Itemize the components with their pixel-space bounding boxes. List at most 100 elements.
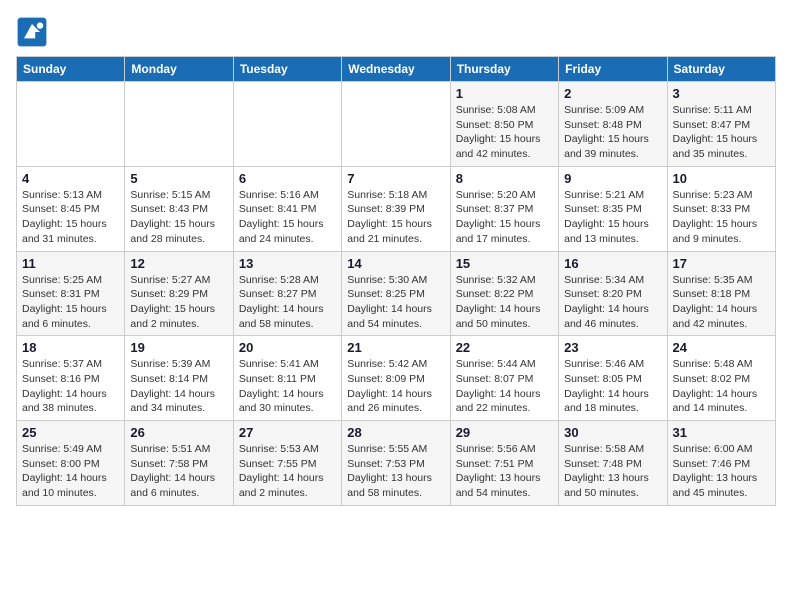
calendar-cell: 13 Sunrise: 5:28 AMSunset: 8:27 PMDayligh… xyxy=(233,251,341,336)
day-info: Sunrise: 5:58 AMSunset: 7:48 PMDaylight:… xyxy=(564,442,661,501)
day-info: Sunrise: 5:30 AMSunset: 8:25 PMDaylight:… xyxy=(347,273,444,332)
day-info: Sunrise: 5:20 AMSunset: 8:37 PMDaylight:… xyxy=(456,188,553,247)
day-number: 18 xyxy=(22,340,119,355)
calendar-cell: 15 Sunrise: 5:32 AMSunset: 8:22 PMDayligh… xyxy=(450,251,558,336)
day-info: Sunrise: 5:15 AMSunset: 8:43 PMDaylight:… xyxy=(130,188,227,247)
weekday-header-wednesday: Wednesday xyxy=(342,57,450,82)
day-number: 29 xyxy=(456,425,553,440)
calendar-cell xyxy=(342,82,450,167)
day-info: Sunrise: 5:34 AMSunset: 8:20 PMDaylight:… xyxy=(564,273,661,332)
calendar-cell: 25 Sunrise: 5:49 AMSunset: 8:00 PMDayligh… xyxy=(17,421,125,506)
calendar-cell: 30 Sunrise: 5:58 AMSunset: 7:48 PMDayligh… xyxy=(559,421,667,506)
calendar-cell: 22 Sunrise: 5:44 AMSunset: 8:07 PMDayligh… xyxy=(450,336,558,421)
day-number: 22 xyxy=(456,340,553,355)
day-info: Sunrise: 5:27 AMSunset: 8:29 PMDaylight:… xyxy=(130,273,227,332)
calendar-cell xyxy=(17,82,125,167)
day-number: 9 xyxy=(564,171,661,186)
day-number: 8 xyxy=(456,171,553,186)
day-number: 11 xyxy=(22,256,119,271)
calendar-header: SundayMondayTuesdayWednesdayThursdayFrid… xyxy=(17,57,776,82)
day-info: Sunrise: 5:35 AMSunset: 8:18 PMDaylight:… xyxy=(673,273,770,332)
day-info: Sunrise: 5:37 AMSunset: 8:16 PMDaylight:… xyxy=(22,357,119,416)
calendar-cell: 8 Sunrise: 5:20 AMSunset: 8:37 PMDaylight… xyxy=(450,166,558,251)
calendar-cell: 18 Sunrise: 5:37 AMSunset: 8:16 PMDayligh… xyxy=(17,336,125,421)
calendar-cell: 7Sunrise: 5:18 AMSunset: 8:39 PMDaylight… xyxy=(342,166,450,251)
calendar-cell: 2Sunrise: 5:09 AMSunset: 8:48 PMDaylight… xyxy=(559,82,667,167)
weekday-header-sunday: Sunday xyxy=(17,57,125,82)
day-number: 16 xyxy=(564,256,661,271)
day-info: Sunrise: 5:39 AMSunset: 8:14 PMDaylight:… xyxy=(130,357,227,416)
day-number: 2 xyxy=(564,86,661,101)
weekday-header-tuesday: Tuesday xyxy=(233,57,341,82)
calendar-cell: 17 Sunrise: 5:35 AMSunset: 8:18 PMDayligh… xyxy=(667,251,775,336)
day-info: Sunrise: 5:21 AMSunset: 8:35 PMDaylight:… xyxy=(564,188,661,247)
day-number: 13 xyxy=(239,256,336,271)
day-number: 3 xyxy=(673,86,770,101)
day-number: 19 xyxy=(130,340,227,355)
day-number: 17 xyxy=(673,256,770,271)
day-info: Sunrise: 5:41 AMSunset: 8:11 PMDaylight:… xyxy=(239,357,336,416)
logo xyxy=(16,16,52,48)
day-info: Sunrise: 5:42 AMSunset: 8:09 PMDaylight:… xyxy=(347,357,444,416)
calendar-cell: 16 Sunrise: 5:34 AMSunset: 8:20 PMDayligh… xyxy=(559,251,667,336)
calendar-table: SundayMondayTuesdayWednesdayThursdayFrid… xyxy=(16,56,776,506)
calendar-cell: 21 Sunrise: 5:42 AMSunset: 8:09 PMDayligh… xyxy=(342,336,450,421)
calendar-cell: 26Sunrise: 5:51 AMSunset: 7:58 PMDayligh… xyxy=(125,421,233,506)
day-info: Sunrise: 5:16 AMSunset: 8:41 PMDaylight:… xyxy=(239,188,336,247)
day-info: Sunrise: 5:55 AMSunset: 7:53 PMDaylight:… xyxy=(347,442,444,501)
day-info: Sunrise: 5:32 AMSunset: 8:22 PMDaylight:… xyxy=(456,273,553,332)
calendar-cell: 11Sunrise: 5:25 AMSunset: 8:31 PMDayligh… xyxy=(17,251,125,336)
calendar-body: 1Sunrise: 5:08 AMSunset: 8:50 PMDaylight… xyxy=(17,82,776,506)
weekday-header-thursday: Thursday xyxy=(450,57,558,82)
day-number: 24 xyxy=(673,340,770,355)
calendar-cell: 20 Sunrise: 5:41 AMSunset: 8:11 PMDayligh… xyxy=(233,336,341,421)
day-info: Sunrise: 5:08 AMSunset: 8:50 PMDaylight:… xyxy=(456,103,553,162)
calendar-week-row: 4 Sunrise: 5:13 AMSunset: 8:45 PMDaylight… xyxy=(17,166,776,251)
calendar-week-row: 1Sunrise: 5:08 AMSunset: 8:50 PMDaylight… xyxy=(17,82,776,167)
calendar-cell: 10Sunrise: 5:23 AMSunset: 8:33 PMDayligh… xyxy=(667,166,775,251)
calendar-cell: 29 Sunrise: 5:56 AMSunset: 7:51 PMDayligh… xyxy=(450,421,558,506)
calendar-cell: 1Sunrise: 5:08 AMSunset: 8:50 PMDaylight… xyxy=(450,82,558,167)
calendar-cell: 12 Sunrise: 5:27 AMSunset: 8:29 PMDayligh… xyxy=(125,251,233,336)
day-number: 21 xyxy=(347,340,444,355)
calendar-cell: 3 Sunrise: 5:11 AMSunset: 8:47 PMDaylight… xyxy=(667,82,775,167)
day-number: 27 xyxy=(239,425,336,440)
day-info: Sunrise: 5:28 AMSunset: 8:27 PMDaylight:… xyxy=(239,273,336,332)
day-number: 28 xyxy=(347,425,444,440)
day-number: 12 xyxy=(130,256,227,271)
calendar-week-row: 11Sunrise: 5:25 AMSunset: 8:31 PMDayligh… xyxy=(17,251,776,336)
page-header xyxy=(16,16,776,48)
calendar-week-row: 25 Sunrise: 5:49 AMSunset: 8:00 PMDayligh… xyxy=(17,421,776,506)
day-info: Sunrise: 6:00 AMSunset: 7:46 PMDaylight:… xyxy=(673,442,770,501)
day-number: 25 xyxy=(22,425,119,440)
day-info: Sunrise: 5:11 AMSunset: 8:47 PMDaylight:… xyxy=(673,103,770,162)
day-info: Sunrise: 5:56 AMSunset: 7:51 PMDaylight:… xyxy=(456,442,553,501)
calendar-cell: 4 Sunrise: 5:13 AMSunset: 8:45 PMDaylight… xyxy=(17,166,125,251)
weekday-header-row: SundayMondayTuesdayWednesdayThursdayFrid… xyxy=(17,57,776,82)
day-number: 30 xyxy=(564,425,661,440)
calendar-cell: 19 Sunrise: 5:39 AMSunset: 8:14 PMDayligh… xyxy=(125,336,233,421)
calendar-cell: 9 Sunrise: 5:21 AMSunset: 8:35 PMDaylight… xyxy=(559,166,667,251)
calendar-cell: 14Sunrise: 5:30 AMSunset: 8:25 PMDayligh… xyxy=(342,251,450,336)
day-number: 15 xyxy=(456,256,553,271)
day-number: 26 xyxy=(130,425,227,440)
calendar-cell xyxy=(125,82,233,167)
day-info: Sunrise: 5:13 AMSunset: 8:45 PMDaylight:… xyxy=(22,188,119,247)
day-info: Sunrise: 5:49 AMSunset: 8:00 PMDaylight:… xyxy=(22,442,119,501)
day-number: 6 xyxy=(239,171,336,186)
day-number: 10 xyxy=(673,171,770,186)
day-number: 31 xyxy=(673,425,770,440)
day-info: Sunrise: 5:48 AMSunset: 8:02 PMDaylight:… xyxy=(673,357,770,416)
calendar-cell: 27 Sunrise: 5:53 AMSunset: 7:55 PMDayligh… xyxy=(233,421,341,506)
day-number: 4 xyxy=(22,171,119,186)
calendar-cell: 28 Sunrise: 5:55 AMSunset: 7:53 PMDayligh… xyxy=(342,421,450,506)
logo-icon xyxy=(16,16,48,48)
day-info: Sunrise: 5:53 AMSunset: 7:55 PMDaylight:… xyxy=(239,442,336,501)
day-info: Sunrise: 5:44 AMSunset: 8:07 PMDaylight:… xyxy=(456,357,553,416)
calendar-cell: 6 Sunrise: 5:16 AMSunset: 8:41 PMDaylight… xyxy=(233,166,341,251)
calendar-week-row: 18 Sunrise: 5:37 AMSunset: 8:16 PMDayligh… xyxy=(17,336,776,421)
weekday-header-saturday: Saturday xyxy=(667,57,775,82)
calendar-cell: 5Sunrise: 5:15 AMSunset: 8:43 PMDaylight… xyxy=(125,166,233,251)
day-number: 20 xyxy=(239,340,336,355)
day-info: Sunrise: 5:18 AMSunset: 8:39 PMDaylight:… xyxy=(347,188,444,247)
